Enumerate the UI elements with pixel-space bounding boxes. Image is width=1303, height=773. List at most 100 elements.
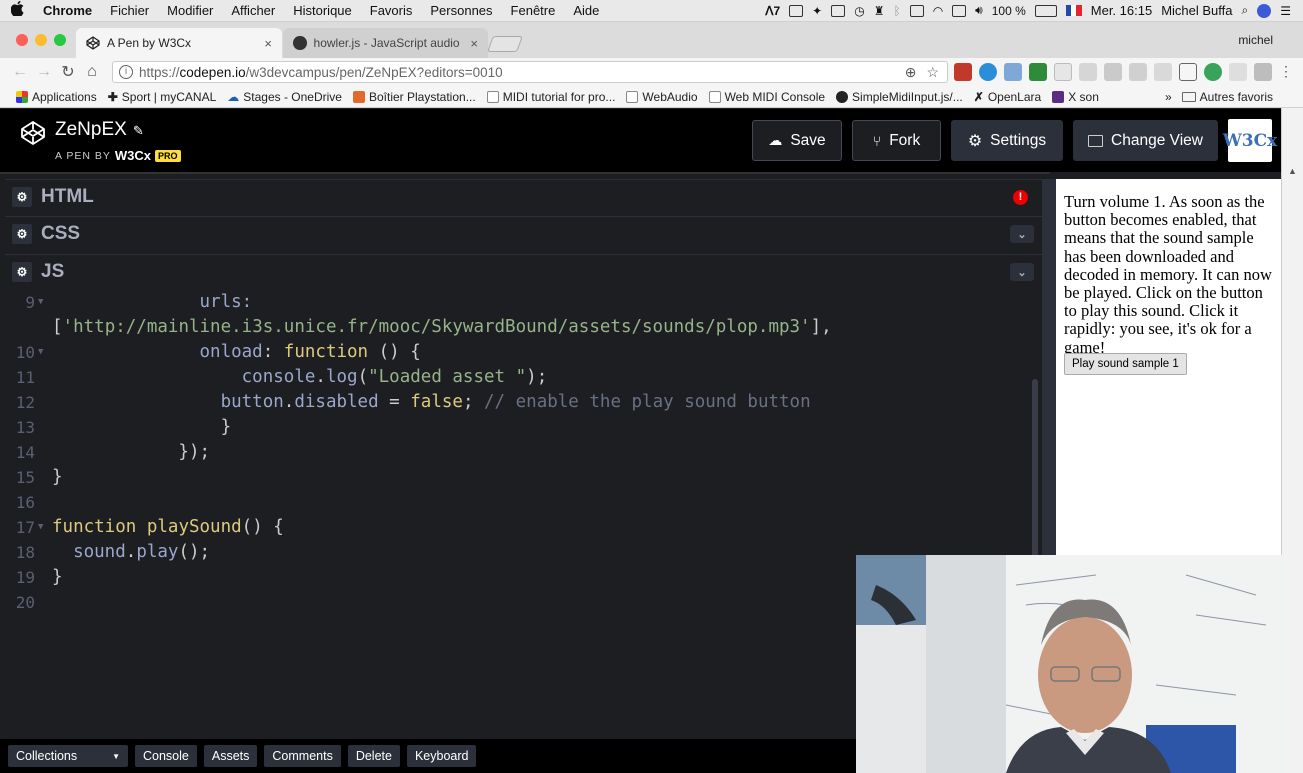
bookmarks-more-chevron[interactable]: » (1165, 90, 1172, 104)
reload-icon[interactable]: ↻ (56, 62, 80, 82)
save-button[interactable]: ☁ Save (752, 120, 842, 161)
chevron-down-icon[interactable]: ⌄ (1010, 225, 1034, 243)
code-line[interactable]: ['http://mainline.i3s.unice.fr/mooc/Skyw… (5, 315, 1032, 340)
menu-favoris[interactable]: Favoris (361, 3, 422, 18)
extension-blue-icon[interactable] (979, 63, 997, 81)
address-bar[interactable]: i https://codepen.io/w3devcampus/pen/ZeN… (112, 61, 948, 83)
extension-gray-icon[interactable] (1104, 63, 1122, 81)
menu-aide[interactable]: Aide (564, 3, 608, 18)
codepen-logo-icon[interactable] (20, 120, 46, 146)
menu-personnes[interactable]: Personnes (421, 3, 501, 18)
info-icon[interactable]: i (119, 65, 133, 79)
camera-tray-icon[interactable] (789, 4, 804, 17)
extension-lightblue-icon[interactable] (1004, 63, 1022, 81)
cast-icon[interactable] (1179, 63, 1197, 81)
profile-name[interactable]: michel (1238, 33, 1273, 47)
close-window-button[interactable] (16, 34, 28, 46)
extension-light-icon[interactable] (1229, 63, 1247, 81)
menu-app-chrome[interactable]: Chrome (34, 3, 101, 18)
pen-author-link[interactable]: W3Cx (115, 148, 151, 163)
menu-fichier[interactable]: Fichier (101, 3, 158, 18)
bookmark-applications[interactable]: Applications (16, 90, 97, 104)
chevron-down-icon[interactable]: ⌄ (1010, 263, 1034, 281)
bookmark-onedrive[interactable]: ☁ Stages - OneDrive (227, 90, 342, 104)
fold-arrow-icon[interactable]: ▼ (38, 515, 43, 540)
tab-howler[interactable]: howler.js - JavaScript audio lib × (283, 28, 488, 58)
bookmark-openlara[interactable]: ✗ OpenLara (974, 90, 1041, 104)
time-machine-icon[interactable]: ◷ (854, 4, 864, 18)
code-line[interactable]: 9 ▼ urls: (5, 290, 1032, 315)
code-line[interactable]: 11 console.log("Loaded asset "); (5, 365, 1032, 390)
forward-arrow-icon[interactable]: → (32, 63, 56, 81)
tab-close-icon[interactable]: × (264, 36, 272, 51)
user-name[interactable]: Michel Buffa (1161, 3, 1232, 18)
apple-icon[interactable] (0, 0, 34, 20)
extension-grid-icon[interactable] (1129, 63, 1147, 81)
code-line[interactable]: 17 ▼ function playSound() { (5, 515, 1032, 540)
bookmark-playstation[interactable]: Boîtier Playstation... (352, 90, 476, 104)
extension-shield-icon[interactable] (1079, 63, 1097, 81)
pencil-edit-icon[interactable]: ✎ (133, 123, 144, 138)
wifi-icon[interactable]: ◠ (933, 4, 943, 18)
clock[interactable]: Mer. 16:15 (1091, 3, 1152, 18)
delete-button[interactable]: Delete (347, 745, 400, 767)
bookmark-midi-tutorial[interactable]: MIDI tutorial for pro... (486, 90, 615, 104)
comments-button[interactable]: Comments (264, 745, 341, 767)
flag-fr-icon[interactable] (1065, 5, 1082, 16)
menu-afficher[interactable]: Afficher (222, 3, 284, 18)
zoom-icon[interactable]: ⊕ (905, 64, 917, 81)
code-line[interactable]: 14 }); (5, 440, 1032, 465)
new-tab-button[interactable] (487, 36, 523, 52)
tab-codepen[interactable]: A Pen by W3Cx × (76, 28, 282, 58)
extension-keyboard-icon[interactable] (1254, 63, 1272, 81)
assets-button[interactable]: Assets (203, 745, 258, 767)
bookmark-web-midi-console[interactable]: Web MIDI Console (708, 90, 825, 104)
siri-icon[interactable] (1257, 3, 1272, 18)
menu-fenetre[interactable]: Fenêtre (502, 3, 565, 18)
fork-button[interactable]: ⑂ Fork (852, 120, 941, 161)
battery-label[interactable]: 100 % (992, 4, 1026, 18)
tab-close-icon[interactable]: × (470, 36, 478, 51)
code-line[interactable]: 15} (5, 465, 1032, 490)
tool-tray-icon[interactable]: ♜ (874, 4, 885, 18)
chrome-menu-icon[interactable]: ⋮ (1279, 63, 1293, 81)
fold-arrow-icon[interactable]: ▼ (38, 340, 43, 365)
keyboard-button[interactable]: Keyboard (406, 745, 477, 767)
home-icon[interactable]: ⌂ (80, 63, 104, 81)
user-avatar[interactable]: W3Cx (1223, 119, 1277, 162)
settings-button[interactable]: ⚙ Settings (951, 120, 1063, 161)
spotlight-search-icon[interactable]: ⌕ (1242, 3, 1249, 18)
bookmark-x-son[interactable]: X son (1052, 90, 1099, 104)
html-pane-header[interactable]: ⚙ HTML ! (5, 179, 1042, 214)
dropbox-tray-icon[interactable]: ✦ (812, 4, 822, 18)
adobe-status-icon[interactable]: ᐱ7 (765, 4, 780, 18)
back-arrow-icon[interactable]: ← (8, 63, 32, 81)
css-pane-header[interactable]: ⚙ CSS ⌄ (5, 216, 1042, 251)
code-line[interactable]: 12 button.disabled = false; // enable th… (5, 390, 1032, 415)
minimize-window-button[interactable] (35, 34, 47, 46)
collections-dropdown[interactable]: Collections ▼ (8, 745, 128, 767)
menu-historique[interactable]: Historique (284, 3, 361, 18)
extension-red-icon[interactable] (954, 63, 972, 81)
extension-doc-icon[interactable] (1054, 63, 1072, 81)
change-view-button[interactable]: Change View (1073, 120, 1218, 161)
maximize-window-button[interactable] (54, 34, 66, 46)
gear-icon[interactable]: ⚙ (12, 262, 32, 282)
other-bookmarks-folder[interactable]: Autres favoris (1181, 90, 1273, 104)
play-sound-button[interactable]: Play sound sample 1 (1064, 353, 1187, 375)
bookmark-simplemidiinput[interactable]: SimpleMidiInput.js/... (836, 90, 963, 104)
menu-modifier[interactable]: Modifier (158, 3, 222, 18)
extension-pen-icon[interactable] (1154, 63, 1172, 81)
code-line[interactable]: 13 } (5, 415, 1032, 440)
scroll-up-arrow-icon[interactable]: ▲ (1288, 166, 1297, 176)
js-pane-header[interactable]: ⚙ JS ⌄ (5, 254, 1042, 289)
airplay-icon[interactable] (952, 4, 967, 17)
extension-greenbadge-icon[interactable] (1204, 63, 1222, 81)
bluetooth-icon[interactable]: ᛒ (893, 4, 900, 18)
code-line[interactable]: 10 ▼ onload: function () { (5, 340, 1032, 365)
memory-tray-icon[interactable] (909, 4, 924, 17)
error-icon[interactable]: ! (1013, 189, 1028, 205)
fold-arrow-icon[interactable]: ▼ (38, 290, 43, 315)
gear-icon[interactable]: ⚙ (12, 224, 32, 244)
volume-icon[interactable]: 🔊︎ (975, 3, 983, 18)
